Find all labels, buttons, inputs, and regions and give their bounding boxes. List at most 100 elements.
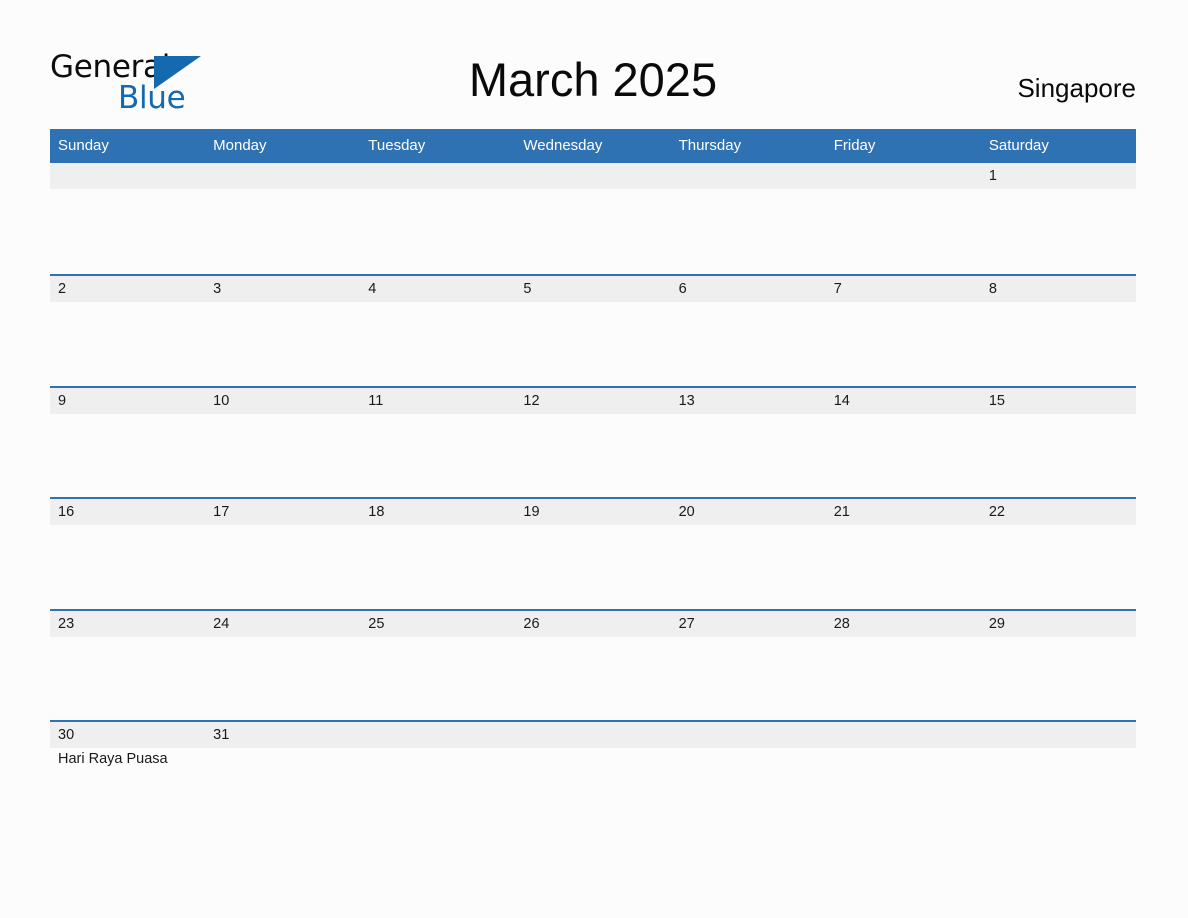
- day-event-empty: [50, 302, 205, 387]
- calendar-page: General Blue March 2025 Singapore Sunday…: [0, 0, 1188, 918]
- day-event-empty: [671, 189, 826, 274]
- day-event-empty: [205, 748, 360, 833]
- day-cell-number[interactable]: 26: [515, 611, 670, 637]
- day-number-strip: 16 17 18 19 20 21 22: [50, 499, 1136, 526]
- day-event-empty: [360, 525, 515, 610]
- day-event-label: Hari Raya Puasa: [58, 750, 168, 767]
- day-cell-number[interactable]: 11: [360, 388, 515, 414]
- day-event-empty: [360, 414, 515, 499]
- day-event-empty: [50, 637, 205, 722]
- day-cell-number[interactable]: 16: [50, 499, 205, 525]
- weekday-header-tuesday: Tuesday: [368, 137, 426, 154]
- day-event-empty: [360, 302, 515, 387]
- day-event-empty: [981, 525, 1136, 610]
- day-event-empty: [826, 525, 981, 610]
- day-event-empty: [50, 189, 205, 274]
- day-event-empty: [981, 302, 1136, 387]
- day-event-empty: [515, 414, 670, 499]
- day-event-empty: [360, 189, 515, 274]
- day-cell-empty: [826, 163, 981, 189]
- day-event-empty: [671, 637, 826, 722]
- day-cell-number[interactable]: 2: [50, 276, 205, 302]
- day-cell-number[interactable]: 19: [515, 499, 670, 525]
- day-cell-number[interactable]: 7: [826, 276, 981, 302]
- day-cell-empty: [50, 163, 205, 189]
- day-number-strip: 23 24 25 26 27 28 29: [50, 610, 1136, 637]
- day-event-empty: [671, 748, 826, 833]
- day-cell-number[interactable]: 25: [360, 611, 515, 637]
- day-cell-number[interactable]: 8: [981, 276, 1136, 302]
- day-cell-number[interactable]: 3: [205, 276, 360, 302]
- day-event-empty: [826, 748, 981, 833]
- day-event-empty: [981, 189, 1136, 274]
- day-event-empty: [515, 748, 670, 833]
- day-number-strip: 9 10 11 12 13 14 15: [50, 387, 1136, 414]
- day-event-empty: [50, 414, 205, 499]
- day-event-empty: [981, 414, 1136, 499]
- calendar-body: 1 2 3 4 5 6 7 8 9 10 11 12 13 14 15 16 17 18 19 20 21 22 23 24 2…: [50, 163, 1136, 833]
- calendar-week-row: 2345678: [50, 274, 1136, 388]
- calendar-week-row: 23 24 25 26 27 28 29: [50, 608, 1136, 722]
- day-event-empty: [515, 525, 670, 610]
- locale-label: Singapore: [1017, 73, 1136, 103]
- day-cell-number[interactable]: 20: [671, 499, 826, 525]
- day-cell-number[interactable]: 12: [515, 388, 670, 414]
- day-cell-number[interactable]: 24: [205, 611, 360, 637]
- day-cell-number[interactable]: 22: [981, 499, 1136, 525]
- day-cell-number[interactable]: 29: [981, 611, 1136, 637]
- day-cell-empty: [205, 163, 360, 189]
- day-event-empty: [671, 525, 826, 610]
- day-cell-number[interactable]: 28: [826, 611, 981, 637]
- calendar-week-row: 1: [50, 163, 1136, 274]
- day-event-strip: [50, 413, 1136, 499]
- page-title: March 2025: [468, 53, 718, 106]
- day-number-strip: 30 31: [50, 721, 1136, 748]
- day-event-empty: [826, 637, 981, 722]
- day-cell-empty: [826, 722, 981, 748]
- day-cell-number[interactable]: 27: [671, 611, 826, 637]
- day-event-empty: [360, 748, 515, 833]
- day-cell-number[interactable]: 23: [50, 611, 205, 637]
- day-cell-number[interactable]: 4: [360, 276, 515, 302]
- day-event-strip: [50, 189, 1136, 274]
- page-header: General Blue March 2025 Singapore: [50, 44, 1136, 115]
- day-cell-number[interactable]: 31: [205, 722, 360, 748]
- day-event-empty: [205, 525, 360, 610]
- day-cell-number[interactable]: 14: [826, 388, 981, 414]
- day-cell-empty: [671, 163, 826, 189]
- day-event-strip: [50, 302, 1136, 388]
- day-number-strip: 1: [50, 163, 1136, 189]
- day-cell-empty: [360, 722, 515, 748]
- weekday-header-row: Sunday Monday Tuesday Wednesday Thursday Frid…: [50, 129, 1136, 163]
- day-cell-number[interactable]: 30: [50, 722, 205, 748]
- weekday-header-sunday: Sunday: [58, 137, 109, 154]
- day-event-empty: [981, 637, 1136, 722]
- day-cell-number[interactable]: 5: [515, 276, 670, 302]
- day-cell-number[interactable]: 15: [981, 388, 1136, 414]
- day-number-strip: 2345678: [50, 276, 1136, 303]
- day-event-empty: [671, 414, 826, 499]
- day-cell-empty: [981, 722, 1136, 748]
- calendar-week-row: 16 17 18 19 20 21 22: [50, 497, 1136, 611]
- calendar-week-row: 9 10 11 12 13 14 15: [50, 385, 1136, 499]
- day-cell-number[interactable]: 21: [826, 499, 981, 525]
- day-cell-number[interactable]: 18: [360, 499, 515, 525]
- day-cell-number[interactable]: 17: [205, 499, 360, 525]
- weekday-header-wednesday: Wednesday: [523, 137, 603, 154]
- weekday-header-friday: Friday: [833, 137, 876, 154]
- day-event-empty: [515, 637, 670, 722]
- day-cell-number[interactable]: 6: [671, 276, 826, 302]
- day-event-strip: [50, 525, 1136, 611]
- day-event-empty: [826, 302, 981, 387]
- day-cell-empty: [360, 163, 515, 189]
- calendar-week-row: 30 31 Hari Raya Puasa: [50, 719, 1136, 833]
- day-cell-number[interactable]: 13: [671, 388, 826, 414]
- day-event-empty: [671, 302, 826, 387]
- day-cell-number[interactable]: 9: [50, 388, 205, 414]
- day-event-empty: [205, 414, 360, 499]
- day-cell-number[interactable]: 10: [205, 388, 360, 414]
- day-event-empty: [515, 302, 670, 387]
- day-event-empty: [205, 189, 360, 274]
- weekday-header-saturday: Saturday: [988, 137, 1049, 154]
- day-cell-number[interactable]: 1: [981, 163, 1136, 189]
